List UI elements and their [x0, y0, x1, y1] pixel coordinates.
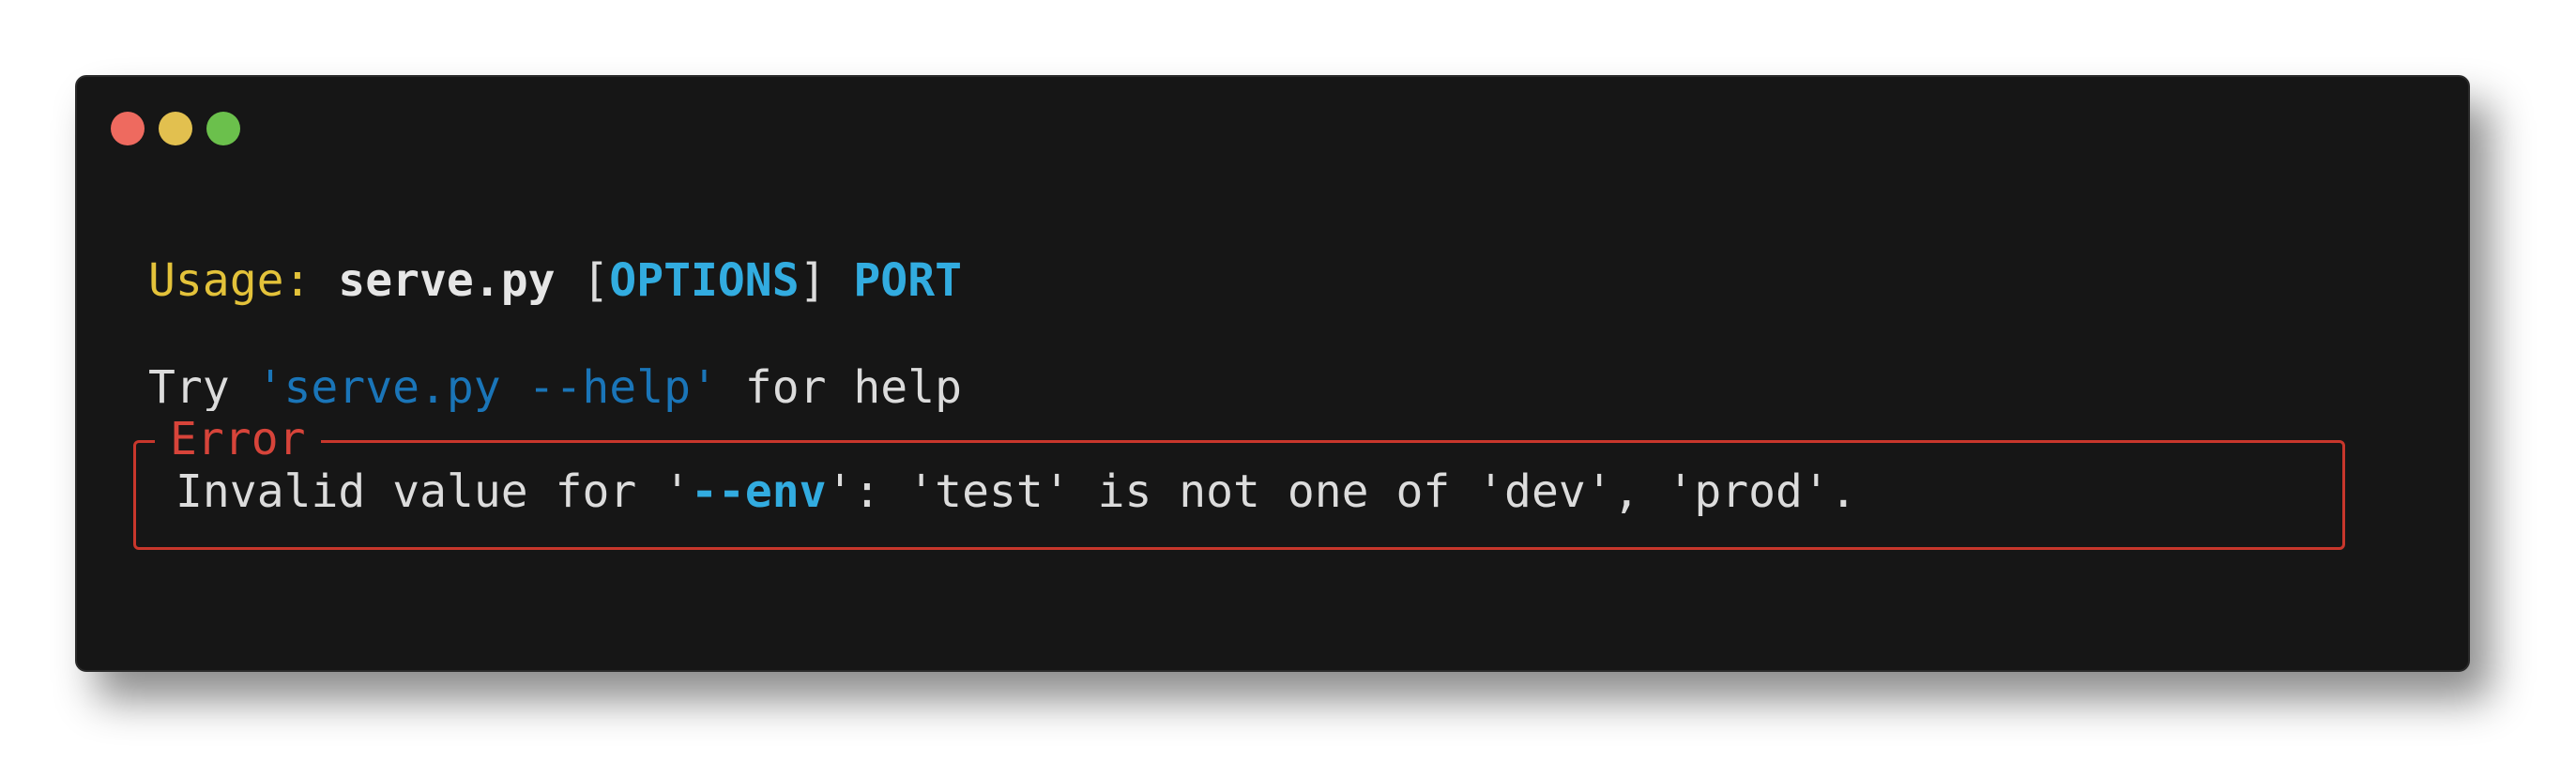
usage-line: Usage: serve.py [OPTIONS] PORT [148, 252, 962, 309]
error-message-end: ': 'test' is not one of 'dev', 'prod'. [826, 465, 1857, 518]
window-controls [111, 112, 240, 145]
script-name: serve.py [338, 254, 556, 307]
hint-prefix: Try [148, 361, 230, 414]
hint-suffix: for help [744, 361, 962, 414]
error-option-name: --env [691, 465, 827, 518]
error-panel: Error Invalid value for '--env': 'test' … [133, 411, 2345, 550]
error-message: Invalid value for '--env': 'test' is not… [175, 464, 1857, 520]
error-title: Error [155, 411, 321, 467]
error-message-start: Invalid value for ' [175, 465, 692, 518]
help-command: 'serve.py --help' [256, 361, 718, 414]
options-open-bracket: [ [582, 254, 610, 307]
port-argument: PORT [853, 254, 962, 307]
options-placeholder: OPTIONS [609, 254, 800, 307]
terminal-window: Usage: serve.py [OPTIONS] PORT Try 'serv… [75, 75, 2470, 672]
options-close-bracket: ] [799, 254, 827, 307]
usage-label: Usage: [148, 254, 312, 307]
minimize-window-button[interactable] [159, 112, 192, 145]
help-hint-line: Try 'serve.py --help' for help [148, 359, 962, 416]
maximize-window-button[interactable] [206, 112, 240, 145]
close-window-button[interactable] [111, 112, 145, 145]
